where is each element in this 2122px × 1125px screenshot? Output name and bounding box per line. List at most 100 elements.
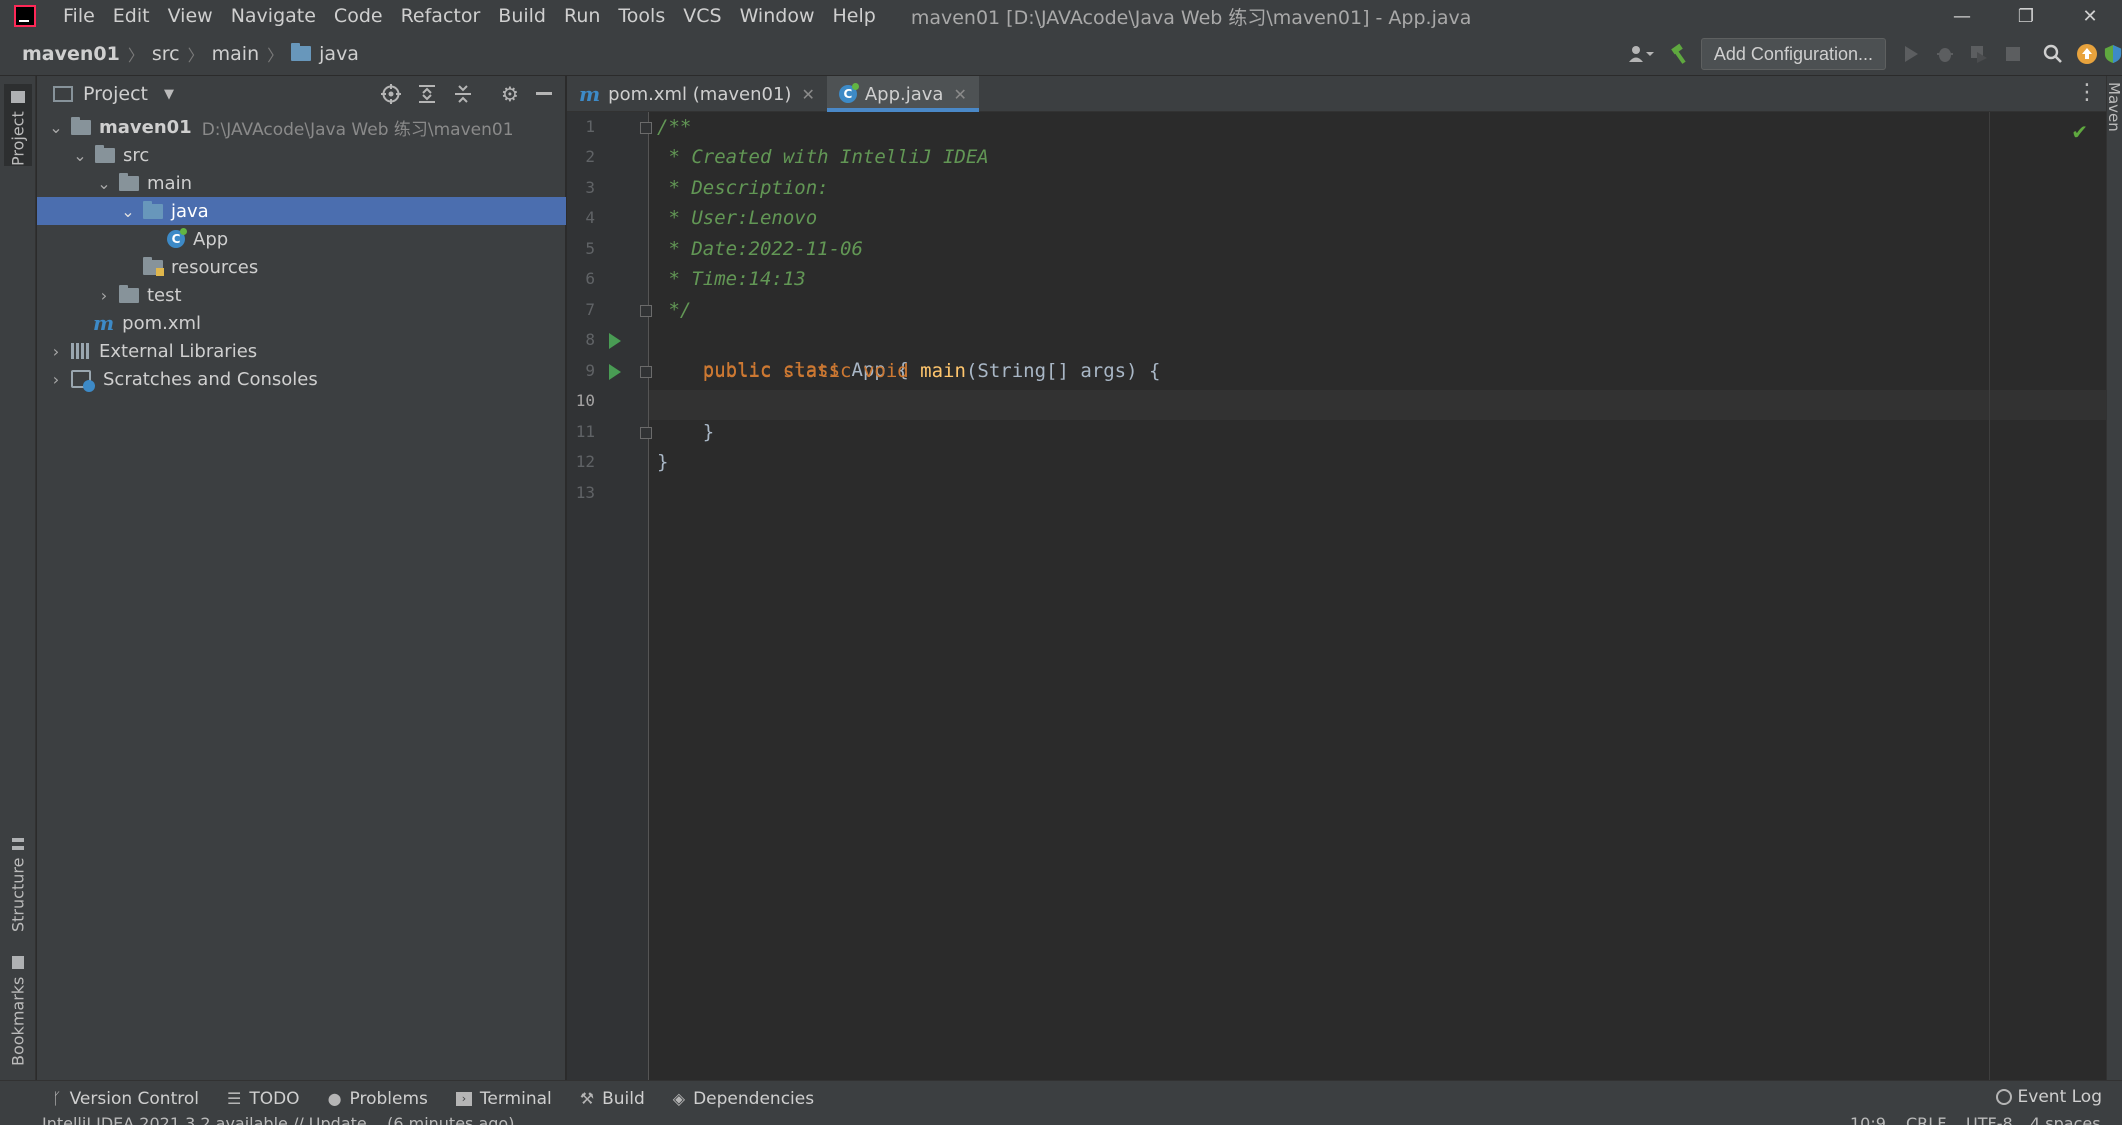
tab-label: pom.xml (maven01) — [608, 83, 792, 105]
menu-build[interactable]: Build — [489, 5, 555, 27]
chevron-down-icon[interactable]: ⌄ — [71, 146, 89, 165]
breadcrumb-main[interactable]: main — [212, 43, 259, 65]
terminal-button[interactable]: › Terminal — [455, 1089, 552, 1109]
file-encoding[interactable]: UTF-8 — [1966, 1116, 2013, 1125]
line-separator[interactable]: CRLF — [1906, 1116, 1946, 1125]
menu-edit[interactable]: Edit — [104, 5, 159, 27]
add-configuration-button[interactable]: Add Configuration... — [1700, 38, 1886, 70]
run-gutter-icon[interactable] — [609, 333, 621, 349]
chevron-right-icon[interactable]: › — [95, 286, 113, 305]
close-icon[interactable]: ✕ — [953, 85, 966, 104]
caret-position[interactable]: 10:9 — [1850, 1116, 1886, 1125]
line-number: 10 — [575, 391, 595, 410]
breadcrumb-java[interactable]: java — [319, 43, 359, 65]
chevron-down-icon[interactable]: ▼ — [164, 87, 174, 102]
chevron-down-icon[interactable]: ⌄ — [95, 174, 113, 193]
menu-navigate[interactable]: Navigate — [222, 5, 325, 27]
bookmarks-tab-label: Bookmarks — [8, 976, 28, 1066]
debug-icon[interactable] — [1928, 37, 1962, 71]
todo-button[interactable]: ☰ TODO — [227, 1089, 300, 1109]
build-hammer-icon[interactable] — [1663, 37, 1697, 71]
indent-setting[interactable]: 4 spaces — [2030, 1116, 2101, 1125]
tree-item-resources[interactable]: resources — [37, 253, 566, 281]
project-tool-tab[interactable]: Project — [4, 84, 32, 166]
status-message[interactable]: IntelliJ IDEA 2021.3.2 available // Upda… — [42, 1116, 514, 1125]
tree-item-java[interactable]: ⌄ java — [37, 197, 566, 225]
close-button[interactable]: ✕ — [2058, 0, 2122, 32]
collapse-all-icon[interactable] — [449, 80, 477, 108]
menu-file[interactable]: File — [54, 5, 104, 27]
update-icon[interactable] — [2070, 37, 2104, 71]
search-icon[interactable] — [2036, 37, 2070, 71]
coverage-icon[interactable] — [1962, 37, 1996, 71]
tree-item-app[interactable]: C App — [37, 225, 566, 253]
line-number: 13 — [575, 483, 595, 502]
fold-icon[interactable] — [640, 122, 652, 134]
run-gutter-icon[interactable] — [609, 364, 621, 380]
problems-button[interactable]: ● Problems — [328, 1089, 428, 1109]
list-icon: ☰ — [226, 1089, 242, 1108]
dependencies-button[interactable]: ◈ Dependencies — [673, 1089, 814, 1109]
menu-window[interactable]: Window — [731, 5, 824, 27]
menu-view[interactable]: View — [159, 5, 222, 27]
editor-gutter: 1 2 3 4 5 6 7 8 9 10 11 12 13 — [567, 112, 652, 1080]
gear-icon[interactable]: ⚙ — [496, 80, 524, 108]
minimize-button[interactable]: — — [1930, 0, 1994, 32]
tree-item-src[interactable]: ⌄ src — [37, 141, 566, 169]
more-options-icon[interactable]: ⋮ — [2076, 80, 2098, 105]
tree-item-pom[interactable]: m pom.xml — [37, 309, 566, 337]
chevron-right-icon[interactable]: › — [47, 370, 65, 389]
close-icon[interactable]: ✕ — [801, 85, 814, 104]
menu-help[interactable]: Help — [823, 5, 884, 27]
line-number: 1 — [585, 117, 595, 136]
restore-button[interactable]: ❐ — [1994, 0, 2058, 32]
fold-icon[interactable] — [640, 305, 652, 317]
code-line-9: public static void main(String[] args) { — [657, 356, 1161, 386]
shield-icon[interactable] — [2104, 37, 2122, 71]
hide-panel-icon[interactable] — [530, 80, 558, 108]
bottom-tool-bar: ᚴ Version Control ☰ TODO ● Problems › Te… — [0, 1080, 2122, 1116]
fold-icon[interactable] — [640, 427, 652, 439]
locate-file-icon[interactable] — [377, 80, 405, 108]
tree-item-label: main — [147, 172, 192, 194]
chevron-down-icon[interactable]: ⌄ — [119, 202, 137, 221]
keyword: public — [702, 360, 772, 382]
chevron-right-icon[interactable]: › — [47, 342, 65, 361]
line-number: 6 — [585, 269, 595, 288]
checkmark-icon[interactable]: ✔ — [2071, 120, 2088, 144]
menu-run[interactable]: Run — [555, 5, 609, 27]
version-control-button[interactable]: ᚴ Version Control — [52, 1089, 199, 1109]
tree-item-external-libraries[interactable]: › External Libraries — [37, 337, 566, 365]
tree-item-maven01[interactable]: ⌄ maven01 D:\JAVAcode\Java Web 练习\maven0… — [37, 113, 566, 141]
chevron-down-icon[interactable]: ⌄ — [47, 118, 65, 137]
navigation-bar: maven01 〉 src 〉 main 〉 java Add Configur… — [0, 32, 2122, 76]
current-line-highlight — [649, 390, 2106, 420]
breadcrumb-src[interactable]: src — [152, 43, 180, 65]
maven-file-icon: m — [579, 82, 601, 106]
menu-refactor[interactable]: Refactor — [392, 5, 490, 27]
code-editor[interactable]: 1 2 3 4 5 6 7 8 9 10 11 12 13 /** * Crea… — [567, 112, 2106, 1080]
expand-all-icon[interactable] — [413, 80, 441, 108]
menu-code[interactable]: Code — [325, 5, 392, 27]
maven-tool-tab[interactable]: Maven — [2105, 82, 2122, 132]
bookmarks-tool-tab[interactable]: Bookmarks — [4, 956, 32, 1066]
stop-icon[interactable] — [1996, 37, 2030, 71]
tree-item-main[interactable]: ⌄ main — [37, 169, 566, 197]
fold-icon[interactable] — [640, 366, 652, 378]
tree-item-label: java — [171, 200, 209, 222]
tab-app-java[interactable]: C App.java ✕ — [826, 76, 979, 112]
event-log-button[interactable]: Event Log — [1995, 1087, 2102, 1107]
structure-tool-tab[interactable]: Structure — [4, 836, 32, 932]
tree-item-test[interactable]: › test — [37, 281, 566, 309]
code-line-11: } — [657, 417, 714, 447]
menu-vcs[interactable]: VCS — [674, 5, 730, 27]
menu-tools[interactable]: Tools — [609, 5, 674, 27]
tree-item-scratches[interactable]: › Scratches and Consoles — [37, 365, 566, 393]
project-view-selector[interactable]: Project — [83, 83, 148, 105]
tree-item-label: App — [193, 228, 229, 250]
user-icon[interactable] — [1619, 37, 1663, 71]
tab-pom-xml[interactable]: m pom.xml (maven01) ✕ — [567, 76, 827, 112]
build-button[interactable]: ⚒ Build — [580, 1089, 645, 1109]
run-icon[interactable] — [1894, 37, 1928, 71]
breadcrumb-project[interactable]: maven01 — [22, 43, 120, 65]
